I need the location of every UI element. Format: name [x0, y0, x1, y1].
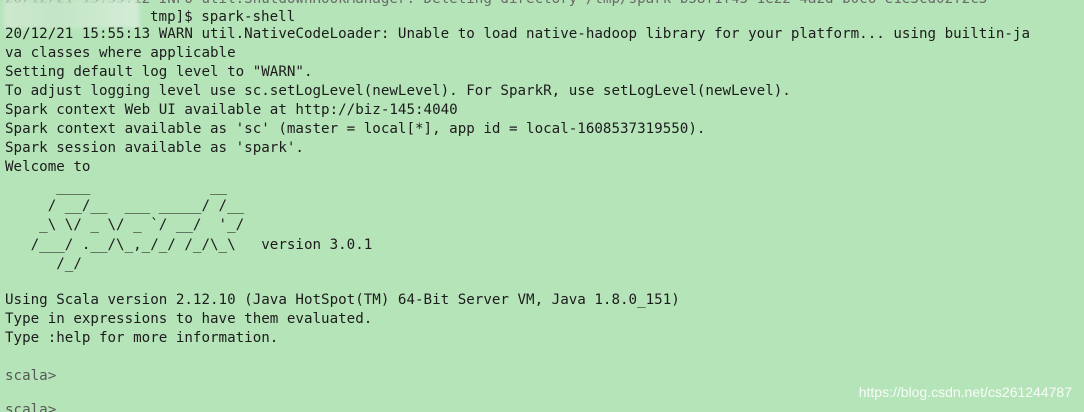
terminal-window[interactable]: 20/12/21 15:55:12 INFO util.ShutdownHook…	[0, 0, 1084, 412]
spark-session-line: Spark session available as 'spark'.	[5, 140, 304, 156]
blurred-hostname-redaction	[4, 0, 139, 28]
scala-prompt-next[interactable]: scala>	[5, 401, 56, 412]
scala-prompt[interactable]: scala>	[5, 367, 56, 386]
spark-context-line: Spark context available as 'sc' (master …	[5, 121, 706, 137]
welcome-line: Welcome to	[5, 159, 91, 175]
scala-version-line: Using Scala version 2.12.10 (Java HotSpo…	[5, 292, 680, 308]
spark-ascii-logo: ____ __ / __/__ ___ _____/ /__ _\ \/ _ \…	[30, 179, 373, 272]
evaluate-hint-line: Type in expressions to have them evaluat…	[5, 311, 373, 327]
warn-log-line: 20/12/21 15:55:13 WARN util.NativeCodeLo…	[5, 26, 1030, 42]
warn-log-line-continued: va classes where applicable	[5, 45, 236, 61]
adjust-log-level-line: To adjust logging level use sc.setLogLev…	[5, 83, 791, 99]
help-hint-line: Type :help for more information.	[5, 330, 279, 346]
web-ui-line: Spark context Web UI available at http:/…	[5, 102, 458, 118]
log-level-line: Setting default log level to "WARN".	[5, 64, 313, 80]
blog-watermark: https://blog.csdn.net/cs261244787	[858, 384, 1072, 400]
